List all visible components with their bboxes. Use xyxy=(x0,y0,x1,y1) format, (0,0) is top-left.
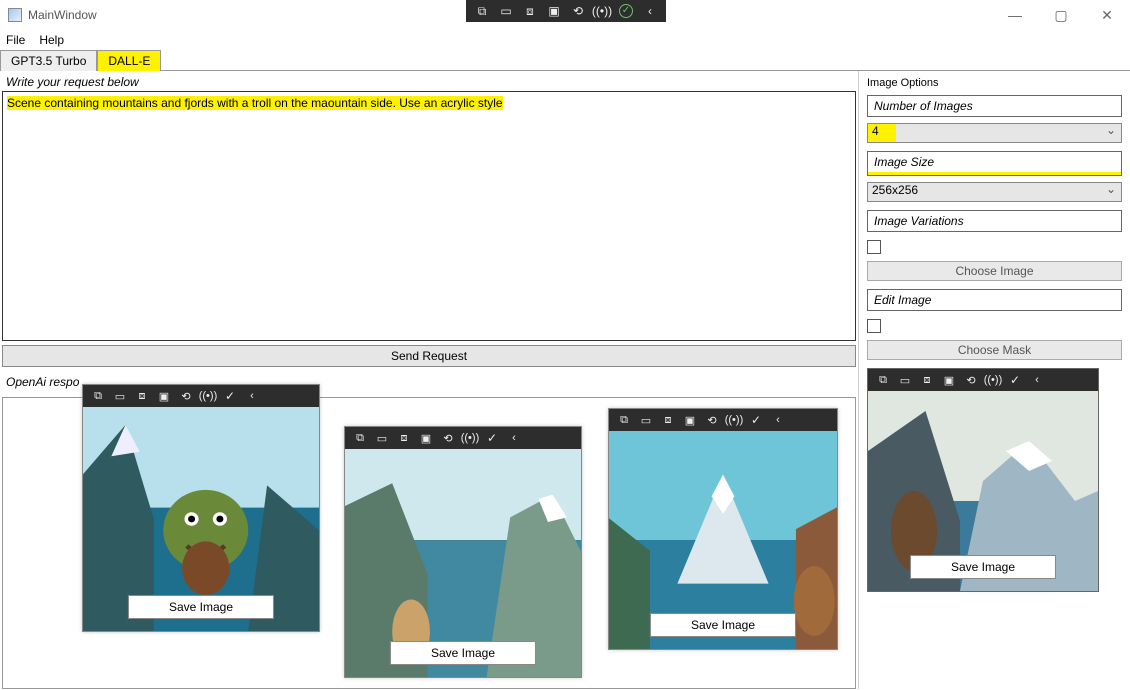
num-images-label: Number of Images xyxy=(868,96,1121,116)
collapse-icon[interactable]: ‹ xyxy=(1026,369,1048,391)
tab-gpt35[interactable]: GPT3.5 Turbo xyxy=(0,50,97,71)
minimize-button[interactable]: — xyxy=(992,0,1038,30)
refresh-icon[interactable]: ⟲ xyxy=(960,369,982,391)
layout-icon[interactable]: ▣ xyxy=(938,369,960,391)
toolbar-icon[interactable]: ⧉ xyxy=(87,385,109,407)
collapse-icon[interactable]: ‹ xyxy=(241,385,263,407)
num-images-value: 4 xyxy=(872,124,879,138)
image-size-label: Image Size xyxy=(868,152,1121,175)
menu-help[interactable]: Help xyxy=(39,33,64,47)
image-size-value: 256x256 xyxy=(872,183,918,197)
number-of-images-field: Number of Images xyxy=(867,95,1122,117)
refresh-icon[interactable]: ⟲ xyxy=(566,0,590,22)
edit-checkbox[interactable] xyxy=(867,319,881,333)
select-icon[interactable]: ⧈ xyxy=(393,427,415,449)
image-options-panel: Image Options Number of Images 4 Image S… xyxy=(858,71,1130,689)
close-button[interactable]: ✕ xyxy=(1084,0,1130,30)
select-icon[interactable]: ⧈ xyxy=(131,385,153,407)
preview-card-right: ⧉ ▭ ⧈ ▣ ⟲ ((•)) ✓ ‹ Save Image xyxy=(867,368,1099,592)
variations-checkbox[interactable] xyxy=(867,240,881,254)
hotreload-icon[interactable]: ((•)) xyxy=(982,369,1004,391)
refresh-icon[interactable]: ⟲ xyxy=(175,385,197,407)
options-title: Image Options xyxy=(867,75,1122,95)
save-image-button[interactable]: Save Image xyxy=(128,595,274,619)
select-icon[interactable]: ⧈ xyxy=(657,409,679,431)
hotreload-icon[interactable]: ((•)) xyxy=(197,385,219,407)
save-image-button[interactable]: Save Image xyxy=(910,555,1056,579)
check-icon[interactable]: ✓ xyxy=(1004,369,1026,391)
refresh-icon[interactable]: ⟲ xyxy=(437,427,459,449)
hotreload-icon[interactable]: ((•)) xyxy=(459,427,481,449)
result-card-2: ⧉ ▭ ⧈ ▣ ⟲ ((•)) ✓ ‹ Save Image xyxy=(344,426,582,678)
menu-bar: File Help xyxy=(0,30,1130,50)
card-toolbar[interactable]: ⧉ ▭ ⧈ ▣ ⟲ ((•)) ✓ ‹ xyxy=(868,369,1098,391)
layout-icon[interactable]: ▣ xyxy=(679,409,701,431)
edit-image-label: Edit Image xyxy=(868,290,1121,310)
menu-file[interactable]: File xyxy=(6,33,25,47)
tab-dalle[interactable]: DALL-E xyxy=(97,50,161,71)
choose-mask-button[interactable]: Choose Mask xyxy=(867,340,1122,360)
image-variations-field: Image Variations xyxy=(867,210,1122,232)
edit-image-field: Edit Image xyxy=(867,289,1122,311)
num-images-select[interactable]: 4 xyxy=(867,123,1122,143)
window-controls: — ▢ ✕ xyxy=(992,0,1130,30)
image-size-field: Image Size xyxy=(867,151,1122,176)
camera-icon[interactable]: ▭ xyxy=(635,409,657,431)
card-toolbar[interactable]: ⧉ ▭ ⧈ ▣ ⟲ ((•)) ✓ ‹ xyxy=(345,427,581,449)
select-icon[interactable]: ⧈ xyxy=(916,369,938,391)
toolbar-icon[interactable]: ⧉ xyxy=(872,369,894,391)
toolbar-icon[interactable]: ⧉ xyxy=(349,427,371,449)
camera-icon[interactable]: ▭ xyxy=(109,385,131,407)
check-icon[interactable]: ✓ xyxy=(745,409,767,431)
hotreload-icon[interactable]: ((•)) xyxy=(723,409,745,431)
camera-icon[interactable]: ▭ xyxy=(894,369,916,391)
app-icon xyxy=(8,8,22,22)
result-card-1: ⧉ ▭ ⧈ ▣ ⟲ ((•)) ✓ ‹ Save Image xyxy=(82,384,320,632)
refresh-icon[interactable]: ⟲ xyxy=(701,409,723,431)
save-image-button[interactable]: Save Image xyxy=(390,641,536,665)
check-icon[interactable]: ✓ xyxy=(219,385,241,407)
save-image-button[interactable]: Save Image xyxy=(650,613,796,637)
camera-icon[interactable]: ▭ xyxy=(371,427,393,449)
toolbar-icon[interactable]: ⧉ xyxy=(470,0,494,22)
prompt-label: Write your request below xyxy=(2,73,856,91)
maximize-button[interactable]: ▢ xyxy=(1038,0,1084,30)
toolbar-icon[interactable]: ⧉ xyxy=(613,409,635,431)
prompt-text: Scene containing mountains and fjords wi… xyxy=(7,96,503,110)
prompt-input[interactable]: Scene containing mountains and fjords wi… xyxy=(2,91,856,341)
variations-label: Image Variations xyxy=(868,211,1121,231)
layout-icon[interactable]: ▣ xyxy=(415,427,437,449)
check-icon[interactable]: ✓ xyxy=(614,0,638,22)
layout-icon[interactable]: ▣ xyxy=(153,385,175,407)
send-request-button[interactable]: Send Request xyxy=(2,345,856,367)
card-toolbar[interactable]: ⧉ ▭ ⧈ ▣ ⟲ ((•)) ✓ ‹ xyxy=(609,409,837,431)
check-icon[interactable]: ✓ xyxy=(481,427,503,449)
window-title: MainWindow xyxy=(28,8,97,22)
collapse-icon[interactable]: ‹ xyxy=(503,427,525,449)
layout-icon[interactable]: ▣ xyxy=(542,0,566,22)
image-size-select[interactable]: 256x256 xyxy=(867,182,1122,202)
choose-image-button[interactable]: Choose Image xyxy=(867,261,1122,281)
select-icon[interactable]: ⧈ xyxy=(518,0,542,22)
collapse-icon[interactable]: ‹ xyxy=(767,409,789,431)
tab-strip: GPT3.5 Turbo DALL-E xyxy=(0,50,1130,71)
debug-toolbar[interactable]: ⧉ ▭ ⧈ ▣ ⟲ ((•)) ✓ ‹ xyxy=(466,0,666,22)
card-toolbar[interactable]: ⧉ ▭ ⧈ ▣ ⟲ ((•)) ✓ ‹ xyxy=(83,385,319,407)
camera-icon[interactable]: ▭ xyxy=(494,0,518,22)
hotreload-icon[interactable]: ((•)) xyxy=(590,0,614,22)
result-card-3: ⧉ ▭ ⧈ ▣ ⟲ ((•)) ✓ ‹ Save Image xyxy=(608,408,838,650)
collapse-icon[interactable]: ‹ xyxy=(638,0,662,22)
